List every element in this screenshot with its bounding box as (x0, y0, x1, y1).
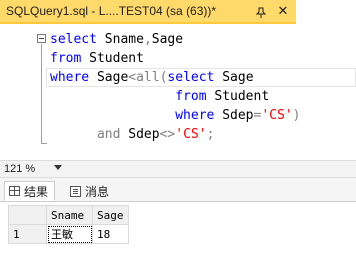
code-token: where (175, 108, 215, 123)
editor-margin (0, 26, 36, 160)
grid-icon (9, 186, 20, 196)
close-icon[interactable]: ✕ (276, 4, 290, 18)
header-row: Sname Sage (8, 205, 129, 225)
code-token: Student (206, 89, 270, 104)
results-grid[interactable]: Sname Sage 1 王敏 18 (8, 205, 129, 244)
code-token: all (136, 70, 160, 85)
column-header-sage[interactable]: Sage (92, 205, 129, 225)
code-token: Sdep (214, 108, 254, 123)
code-token: where (50, 70, 90, 85)
result-tabs: 结果 消息 (0, 178, 356, 202)
code-line[interactable]: select Sname,Sage (50, 30, 300, 49)
tab-messages[interactable]: 消息 (66, 181, 115, 201)
code-token: Sage (214, 70, 254, 85)
zoom-value: 121 % (4, 163, 36, 175)
code-token: from (175, 89, 207, 104)
document-tab[interactable]: SQLQuery1.sql - L....TEST04 (sa (63))* ✕ (0, 0, 296, 24)
code-token: select (50, 32, 97, 47)
collapse-icon[interactable] (37, 34, 46, 43)
horizontal-scrollbar[interactable] (72, 164, 356, 174)
row-header-corner[interactable] (8, 205, 47, 225)
results-pane: Sname Sage 1 王敏 18 (0, 202, 356, 272)
document-tab-title: SQLQuery1.sql - L....TEST04 (sa (63))* (6, 4, 217, 18)
code-token: select (167, 70, 215, 85)
outline-line-end (41, 143, 47, 144)
code-token: and (96, 127, 121, 142)
sql-code[interactable]: select Sname,Sage from Student where Sage<… (50, 30, 300, 144)
code-token: , (143, 32, 152, 47)
code-token: < (128, 70, 137, 85)
tab-results[interactable]: 结果 (4, 181, 56, 201)
editor-status-bar: 121 % (0, 160, 356, 178)
code-token: Student (81, 51, 144, 66)
code-token: Sage (89, 70, 129, 85)
row-number[interactable]: 1 (8, 224, 47, 244)
code-line[interactable]: where Sdep='CS') (50, 106, 300, 125)
pin-icon[interactable] (255, 6, 267, 18)
tab-results-label: 结果 (24, 184, 49, 199)
code-token: <> (159, 127, 176, 142)
code-token: ) (292, 108, 301, 123)
chevron-down-icon[interactable] (54, 165, 62, 170)
message-icon (70, 185, 81, 197)
code-token: from (50, 51, 82, 66)
document-tab-strip: SQLQuery1.sql - L....TEST04 (sa (63))* ✕ (0, 0, 356, 26)
outline-line (41, 44, 42, 144)
code-token: 'CS' (175, 127, 207, 142)
code-line[interactable]: and Sdep<>'CS'; (50, 125, 300, 144)
code-token: Sage (151, 32, 184, 47)
query-editor[interactable]: select Sname,Sage from Student where Sage<… (0, 26, 356, 160)
table-row: 1 王敏 18 (8, 224, 129, 244)
code-line[interactable]: from Student (50, 87, 300, 106)
code-line[interactable]: from Student (50, 49, 300, 68)
column-header-sname[interactable]: Sname (46, 205, 93, 225)
code-token: Sname (96, 32, 144, 47)
code-token: ; (206, 127, 215, 142)
code-line[interactable]: where Sage<all(select Sage (50, 68, 300, 87)
tab-messages-label: 消息 (85, 184, 110, 199)
cell-sage[interactable]: 18 (92, 224, 129, 244)
cell-sname[interactable]: 王敏 (46, 224, 93, 244)
code-token: 'CS' (261, 108, 293, 123)
code-token: Sdep (120, 127, 160, 142)
